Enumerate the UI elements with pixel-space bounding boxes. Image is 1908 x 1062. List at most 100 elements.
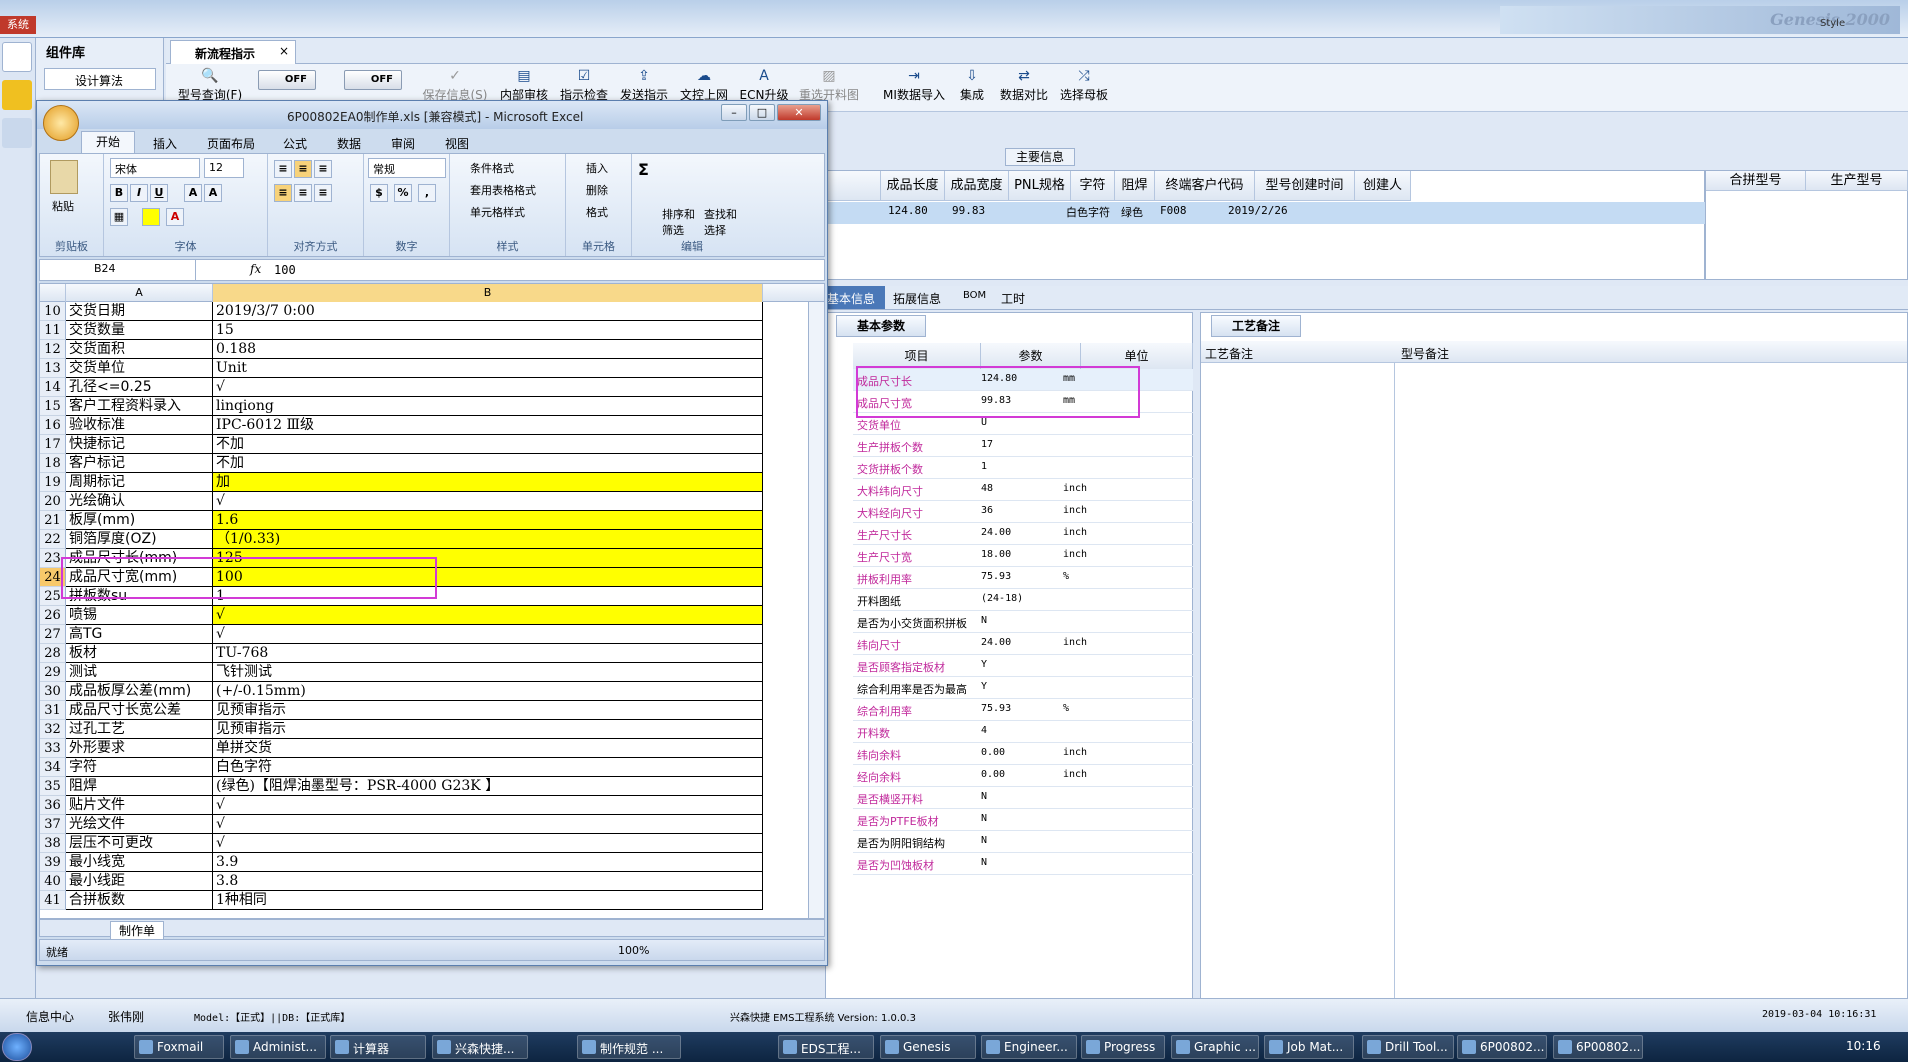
cell-b[interactable]: Unit (213, 359, 763, 378)
cell-a[interactable]: 高TG (66, 625, 213, 644)
cell-a[interactable]: 最小线宽 (66, 853, 213, 872)
cell-a[interactable]: 成品尺寸长宽公差 (66, 701, 213, 720)
table-row[interactable]: 大料经向尺寸 36 inch (853, 501, 1193, 523)
font-color-icon[interactable]: A (166, 208, 184, 226)
column-header-b[interactable]: B (213, 284, 763, 302)
param-value[interactable]: 99.83 (981, 395, 1011, 406)
mi-import-button[interactable]: ⇥ MI数据导入 (882, 66, 946, 110)
grid-header[interactable]: 成品长度 (881, 171, 945, 201)
grid-header[interactable]: PNL规格 (1009, 171, 1071, 201)
cell-a[interactable]: 光绘文件 (66, 815, 213, 834)
select-all-corner[interactable] (40, 284, 66, 302)
close-icon[interactable]: × (279, 44, 289, 58)
table-row[interactable]: 开料图纸 (24-18) (853, 589, 1193, 611)
cell-style-button[interactable]: 单元格样式 (470, 204, 525, 220)
cell-b[interactable]: √ (213, 492, 763, 511)
row-number[interactable]: 30 (40, 682, 66, 701)
cell-a[interactable]: 成品板厚公差(mm) (66, 682, 213, 701)
param-value[interactable]: 0.00 (981, 769, 1005, 780)
taskbar-item[interactable]: Progress (1081, 1035, 1165, 1059)
grid-header[interactable]: 终端客户代码 (1155, 171, 1255, 201)
row-number[interactable]: 24 (40, 568, 66, 587)
cell-b[interactable]: 单拼交货 (213, 739, 763, 758)
row-number[interactable]: 25 (40, 587, 66, 606)
cell-a[interactable]: 光绘确认 (66, 492, 213, 511)
close-button[interactable]: ✕ (777, 104, 821, 121)
param-value[interactable]: 24.00 (981, 527, 1011, 538)
table-row[interactable]: 生产尺寸长 24.00 inch (853, 523, 1193, 545)
style-menu[interactable]: Style (1820, 18, 1845, 29)
taskbar-item[interactable]: 兴森快捷... (432, 1035, 528, 1059)
param-value[interactable]: N (981, 857, 987, 868)
italic-button[interactable]: I (130, 184, 148, 202)
border-icon[interactable]: ▦ (110, 208, 128, 226)
number-format-box[interactable]: 常规 (368, 158, 446, 178)
delete-button[interactable]: 删除 (586, 182, 608, 198)
row-number[interactable]: 23 (40, 549, 66, 568)
cell-b[interactable]: 白色字符 (213, 758, 763, 777)
cell-a[interactable]: 板厚(mm) (66, 511, 213, 530)
cell-b[interactable]: 3.9 (213, 853, 763, 872)
cell-b[interactable]: 加 (213, 473, 763, 492)
maximize-button[interactable]: □ (749, 104, 775, 121)
cell-b[interactable]: 15 (213, 321, 763, 340)
tab-extended-info[interactable]: 拓展信息 (893, 290, 941, 307)
data-compare-button[interactable]: ⇄ 数据对比 (996, 66, 1052, 110)
table-row[interactable]: 是否为凹蚀板材 N (853, 853, 1193, 875)
param-value[interactable]: 18.00 (981, 549, 1011, 560)
name-box[interactable]: B24 (40, 260, 196, 280)
ribbon-tab-formulas[interactable]: 公式 (283, 135, 307, 152)
cell-b[interactable]: 不加 (213, 435, 763, 454)
table-row[interactable]: 纬向尺寸 24.00 inch (853, 633, 1193, 655)
param-value[interactable]: (24-18) (981, 593, 1023, 604)
table-row[interactable]: 生产拼板个数 17 (853, 435, 1193, 457)
grid-header[interactable]: 型号创建时间 (1255, 171, 1355, 201)
yx-tool-icon[interactable] (2, 80, 32, 110)
row-number[interactable]: 21 (40, 511, 66, 530)
cell-b[interactable]: 3.8 (213, 872, 763, 891)
row-number[interactable]: 17 (40, 435, 66, 454)
cell-a[interactable]: 最小线距 (66, 872, 213, 891)
ribbon-tab-review[interactable]: 审阅 (391, 135, 415, 152)
cell-b[interactable]: (+/-0.15mm) (213, 682, 763, 701)
param-value[interactable]: U (981, 417, 987, 428)
taskbar-item[interactable]: Job Mat... (1264, 1035, 1354, 1059)
ribbon-tab-data[interactable]: 数据 (337, 135, 361, 152)
row-number[interactable]: 26 (40, 606, 66, 625)
taskbar-item[interactable]: Foxmail (134, 1035, 224, 1059)
param-value[interactable]: 17 (981, 439, 993, 450)
process-notes-text[interactable] (1201, 363, 1395, 1003)
table-row[interactable]: 纬向余料 0.00 inch (853, 743, 1193, 765)
table-row[interactable]: 拼板利用率 75.93% (853, 567, 1193, 589)
row-number[interactable]: 19 (40, 473, 66, 492)
taskbar-item[interactable]: Genesis (880, 1035, 976, 1059)
table-row[interactable]: 是否为PTFE板材 N (853, 809, 1193, 831)
row-number[interactable]: 15 (40, 397, 66, 416)
param-value[interactable]: 75.93 (981, 571, 1011, 582)
tab-bom[interactable]: BOM (963, 290, 986, 301)
row-number[interactable]: 31 (40, 701, 66, 720)
start-button[interactable] (2, 1033, 32, 1061)
zoom-level[interactable]: 100% (618, 944, 649, 957)
param-value[interactable]: 48 (981, 483, 993, 494)
cell-b[interactable]: TU-768 (213, 644, 763, 663)
cell-b[interactable]: 2019/3/7 0:00 (213, 302, 763, 321)
param-value[interactable]: N (981, 615, 987, 626)
insert-button[interactable]: 插入 (586, 160, 608, 176)
grid-header[interactable]: 创建人 (1355, 171, 1411, 201)
param-value[interactable]: 75.93 (981, 703, 1011, 714)
column-header-a[interactable]: A (66, 284, 213, 302)
row-number[interactable]: 29 (40, 663, 66, 682)
row-number[interactable]: 16 (40, 416, 66, 435)
table-format-button[interactable]: 套用表格格式 (470, 182, 536, 198)
param-value[interactable]: 36 (981, 505, 993, 516)
align-top-icon[interactable]: ≡ (274, 160, 292, 178)
cell-a[interactable]: 孔径<=0.25 (66, 378, 213, 397)
param-value[interactable]: N (981, 835, 987, 846)
sort-filter-button[interactable]: 排序和筛选 (662, 206, 700, 238)
cell-a[interactable]: 外形要求 (66, 739, 213, 758)
cell-b[interactable]: 0.188 (213, 340, 763, 359)
sum-icon[interactable]: Σ (638, 160, 649, 179)
table-row[interactable]: 生产尺寸宽 18.00 inch (853, 545, 1193, 567)
currency-icon[interactable]: $ (370, 184, 388, 202)
